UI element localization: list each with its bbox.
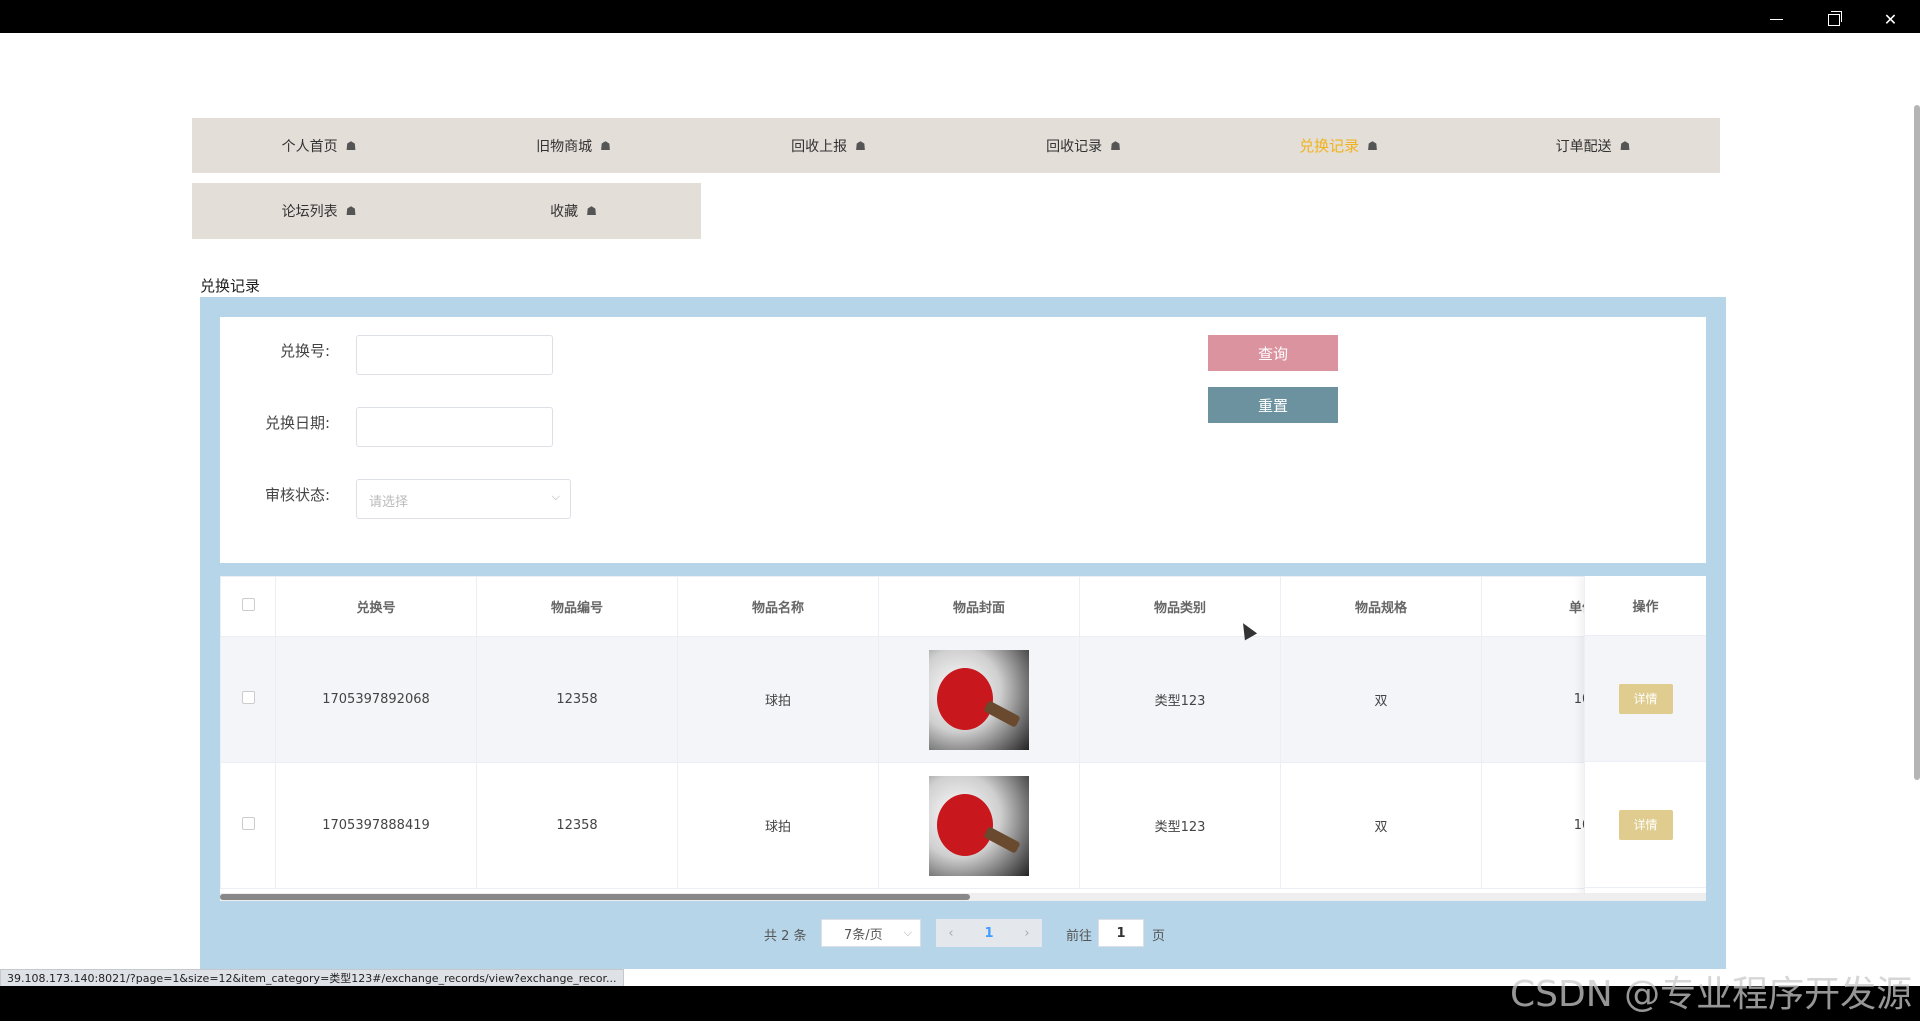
operation-cell: 详情 (1585, 762, 1706, 888)
page-size-value: 7条/页 (844, 927, 883, 943)
page-number[interactable]: 1 (966, 919, 1012, 947)
home-icon: ☗ (1619, 138, 1631, 153)
pagination: 共 2 条 7条/页 ⌵ ‹ 1 › 前往 1 页 (200, 919, 1726, 947)
operation-column: 操作 详情 详情 (1584, 576, 1706, 900)
query-button[interactable]: 查询 (1208, 335, 1338, 371)
nav-item-label: 回收上报 (791, 138, 848, 155)
content-panel: 兑换号: 兑换日期: 审核状态: 请选择 ⌵ 查询 重置 兑换号 物品编号 物品… (200, 297, 1726, 969)
spec-cell: 双 (1280, 762, 1482, 889)
item-cover-cell (878, 636, 1080, 763)
nav-item-label: 收藏 (550, 204, 579, 220)
nav-item-exchange-records[interactable]: 兑换记录 ☗ (1211, 118, 1466, 173)
select-all-checkbox[interactable] (241, 598, 255, 611)
item-cover-image[interactable] (929, 775, 1029, 876)
exchange-no-label: 兑换号: (279, 342, 330, 360)
row-select-cell (220, 762, 276, 889)
item-cover-image[interactable] (929, 649, 1029, 750)
chevron-left-icon: ‹ (948, 925, 954, 941)
page-size-select[interactable]: 7条/页 ⌵ (821, 919, 921, 947)
status-select-placeholder: 请选择 (369, 495, 409, 510)
operation-cell: 详情 (1585, 636, 1706, 762)
top-nav-row2: 论坛列表 ☗ 收藏 ☗ (192, 183, 701, 239)
spec-cell: 双 (1280, 636, 1482, 763)
window-titlebar: ✕ (0, 0, 1920, 33)
page-title: 兑换记录 (200, 277, 261, 295)
status-label: 审核状态: (264, 486, 330, 504)
detail-button[interactable]: 详情 (1618, 683, 1673, 714)
table-row: 1705397892068 12358 球拍 类型123 双 10 (220, 636, 1683, 763)
row-checkbox[interactable] (241, 691, 255, 704)
nav-item-recycle-report[interactable]: 回收上报 ☗ (701, 118, 956, 173)
item-name-cell: 球拍 (677, 636, 879, 763)
minimize-icon (1770, 19, 1783, 20)
reset-button[interactable]: 重置 (1208, 387, 1338, 423)
category-cell: 类型123 (1079, 636, 1281, 763)
total-count: 共 2 条 (764, 929, 807, 944)
home-icon: ☗ (345, 138, 357, 153)
nav-item-label: 兑换记录 (1299, 137, 1360, 155)
detail-button[interactable]: 详情 (1618, 809, 1673, 840)
close-button[interactable]: ✕ (1862, 0, 1919, 39)
column-header: 物品名称 (677, 576, 879, 637)
nav-item-label: 个人首页 (281, 138, 338, 155)
restore-button[interactable] (1805, 0, 1862, 39)
nav-item-label: 论坛列表 (281, 204, 338, 220)
exchange-date-input[interactable] (356, 407, 553, 447)
search-form: 兑换号: 兑换日期: 审核状态: 请选择 ⌵ 查询 重置 (220, 317, 1706, 563)
minimize-button[interactable] (1748, 0, 1805, 39)
category-cell: 类型123 (1079, 762, 1281, 889)
next-page-button[interactable]: › (1012, 919, 1042, 947)
nav-item-favorites[interactable]: 收藏 ☗ (446, 183, 701, 239)
chevron-down-icon: ⌵ (903, 926, 912, 939)
close-icon: ✕ (1883, 10, 1898, 29)
goto-label: 前往 (1066, 929, 1093, 944)
prev-page-button[interactable]: ‹ (936, 919, 966, 947)
home-icon: ☗ (1367, 138, 1378, 153)
home-icon: ☗ (586, 204, 597, 218)
chevron-down-icon: ⌵ (551, 490, 560, 503)
column-header: 物品规格 (1280, 576, 1482, 637)
home-icon: ☗ (600, 138, 611, 153)
restore-icon (1827, 10, 1842, 26)
nav-item-forum[interactable]: 论坛列表 ☗ (192, 183, 446, 239)
column-header: 兑换号 (275, 576, 477, 637)
nav-item-label: 回收记录 (1046, 138, 1103, 155)
watermark: CSDN @专业程序开发源 (1510, 974, 1913, 1015)
page-unit-label: 页 (1152, 929, 1166, 944)
exchange-date-label: 兑换日期: (264, 414, 330, 432)
home-icon: ☗ (1110, 138, 1121, 153)
top-nav: 个人首页 ☗ 旧物商城 ☗ 回收上报 ☗ 回收记录 ☗ 兑换记录 ☗ 订单配送 ☗ (192, 118, 1720, 173)
browser-status-url: 39.108.173.140:8021/?page=1&size=12&item… (0, 969, 624, 987)
nav-item-order-delivery[interactable]: 订单配送 ☗ (1466, 118, 1720, 173)
exchange-no-input[interactable] (356, 335, 553, 375)
column-header: 物品编号 (476, 576, 678, 637)
status-select[interactable]: 请选择 ⌵ (356, 479, 571, 519)
home-icon: ☗ (345, 204, 357, 218)
exchange-no-cell: 1705397888419 (275, 762, 477, 889)
item-no-cell: 12358 (476, 762, 678, 889)
table-row: 1705397888419 12358 球拍 类型123 双 10 (220, 762, 1683, 889)
exchange-no-cell: 1705397892068 (275, 636, 477, 763)
records-table: 兑换号 物品编号 物品名称 物品封面 物品类别 物品规格 单价 17053978… (220, 576, 1706, 900)
goto-page-input[interactable]: 1 (1098, 919, 1144, 947)
nav-item-mall[interactable]: 旧物商城 ☗ (446, 118, 701, 173)
item-no-cell: 12358 (476, 636, 678, 763)
select-all-cell (220, 576, 276, 637)
table-header-row: 兑换号 物品编号 物品名称 物品封面 物品类别 物品规格 单价 (220, 576, 1683, 637)
scrollbar-thumb[interactable] (220, 894, 970, 900)
vertical-scrollbar[interactable] (1914, 105, 1920, 780)
nav-item-label: 旧物商城 (536, 138, 593, 155)
chevron-right-icon: › (1024, 925, 1030, 941)
nav-item-recycle-records[interactable]: 回收记录 ☗ (956, 118, 1211, 173)
horizontal-scrollbar[interactable] (220, 893, 1706, 901)
item-name-cell: 球拍 (677, 762, 879, 889)
nav-item-label: 订单配送 (1555, 138, 1612, 155)
item-cover-cell (878, 762, 1080, 889)
column-header: 物品封面 (878, 576, 1080, 637)
row-select-cell (220, 636, 276, 763)
row-checkbox[interactable] (241, 817, 255, 830)
operation-header: 操作 (1585, 576, 1706, 636)
home-icon: ☗ (855, 138, 866, 153)
nav-item-home[interactable]: 个人首页 ☗ (192, 118, 446, 173)
